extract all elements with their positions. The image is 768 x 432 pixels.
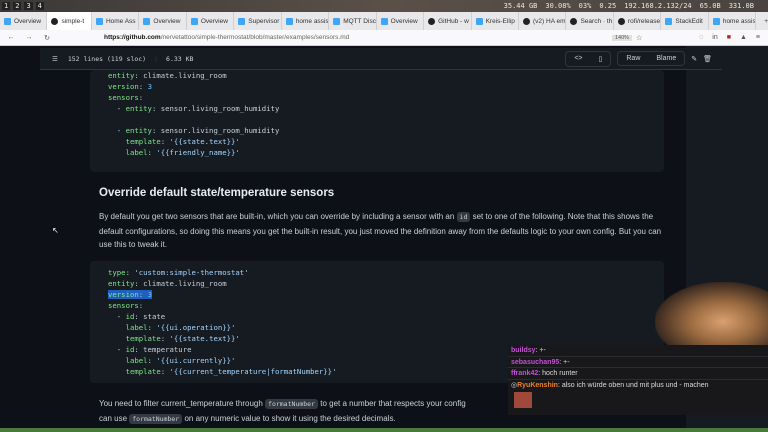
browser-tab[interactable]: Kreis-Ellip [472, 12, 520, 30]
favicon-icon [570, 17, 578, 25]
workspace-4[interactable]: 4 [35, 2, 44, 10]
account-icon[interactable]: ▲ [740, 34, 747, 41]
mem-stat: 03% [578, 2, 592, 10]
favicon-icon [285, 17, 293, 25]
favicon-icon [190, 17, 198, 25]
down-stat: 65.0B [699, 2, 721, 10]
zoom-level[interactable]: 140% [612, 34, 633, 41]
favicon-icon [712, 17, 720, 25]
tab-label: Supervisor [248, 17, 280, 25]
paragraph-1: By default you get two sensors that are … [99, 212, 662, 249]
tab-label: StackEdit [675, 17, 703, 25]
raw-button[interactable]: Raw [618, 52, 648, 65]
blame-button[interactable]: Blame [648, 52, 684, 65]
browser-tab[interactable]: Supervisor [234, 12, 282, 30]
outline-icon[interactable]: ☰ [52, 55, 58, 63]
section-heading: Override default state/temperature senso… [99, 187, 335, 199]
line-count: 152 lines (119 sloc) [67, 54, 147, 63]
preview-icon[interactable]: ▯ [591, 52, 611, 66]
chat-message: ◎RyuKenshin: also ich würde oben und mit… [508, 380, 768, 410]
ip-stat: 192.168.2.132/24 [624, 2, 692, 10]
favicon-icon [428, 17, 436, 25]
url-bar[interactable]: https://github.com/nervetattoo/simple-th… [104, 34, 349, 41]
favicon-icon [617, 17, 625, 25]
browser-tab[interactable]: simple-t [47, 12, 92, 30]
browser-tab[interactable]: Overview [0, 12, 48, 30]
forward-button[interactable]: → [22, 34, 36, 41]
browser-tab[interactable]: MQTT Disc [329, 12, 377, 30]
load-stat: 0.25 [599, 2, 617, 10]
favicon-icon [665, 17, 673, 25]
extension-icon[interactable]: ■ [727, 34, 731, 41]
tab-label: MQTT Disc [343, 17, 376, 25]
browser-tab[interactable]: rofi/release [614, 12, 662, 30]
desktop-bottom-edge [0, 428, 768, 432]
browser-tab[interactable]: Overview [187, 12, 235, 30]
tab-label: home assis [295, 17, 329, 25]
desktop-panel: 1234 35.44 GB 30.08% 03% 0.25 192.168.2.… [0, 0, 768, 12]
new-tab-button[interactable]: + [764, 18, 768, 25]
browser-tab[interactable]: Overview [377, 12, 425, 30]
url-host: https://github.com [104, 34, 161, 41]
browser-tab[interactable]: Overview [139, 12, 187, 30]
favicon-icon [380, 17, 388, 25]
back-button[interactable]: ← [4, 34, 18, 41]
reload-button[interactable]: ↻ [40, 34, 54, 42]
tab-label: Home Ass [105, 17, 136, 25]
favicon-icon [475, 17, 483, 25]
browser-tab[interactable]: Home Ass [92, 12, 140, 30]
browser-tab[interactable]: GitHub - w [424, 12, 472, 30]
file-header: ☰ 152 lines (119 sloc) | 6.33 KB <> ▯ Raw… [40, 48, 722, 70]
tab-bar: Overview simple-t Home Ass Overview Overview… [0, 12, 768, 30]
tab-label: (v2) HA em [533, 17, 566, 25]
tab-label: GitHub - w [438, 17, 469, 25]
tab-label: rofi/release [627, 17, 661, 25]
tab-label: Overview [14, 17, 42, 25]
edit-icon[interactable]: ✎ [691, 55, 697, 63]
browser-tab[interactable]: StackEdit [661, 12, 709, 30]
favicon-icon [95, 17, 103, 25]
mouse-cursor: ↖ [52, 226, 59, 235]
up-stat: 331.0B [728, 2, 754, 10]
browser-tab[interactable]: home assis [709, 12, 757, 30]
favicon-icon [238, 17, 246, 25]
tab-label: Overview [153, 17, 181, 25]
chat-message: sebasuchan95: +- [508, 357, 768, 368]
code-block-1: entity: climate.living_room version: 3 s… [90, 70, 664, 172]
linkedin-icon[interactable]: in [712, 34, 717, 41]
favicon-icon [333, 17, 341, 25]
favicon-icon [51, 17, 59, 25]
favicon-icon [4, 17, 11, 25]
file-size: 6.33 KB [166, 54, 194, 63]
pocket-icon[interactable]: ◌ [699, 34, 703, 41]
tab-label: Kreis-Ellip [485, 17, 515, 25]
tab-label: home assis [722, 17, 756, 25]
cpu-stat: 30.08% [545, 2, 571, 10]
bookmark-star-icon[interactable]: ☆ [636, 34, 642, 42]
browser-tab[interactable]: Search · th [566, 12, 614, 30]
code-view-icon[interactable]: <> [566, 52, 590, 66]
nav-bar: ← → ↻ https://github.com/nervetattoo/sim… [0, 30, 768, 46]
workspace-3[interactable]: 3 [24, 2, 33, 10]
workspace-2[interactable]: 2 [13, 2, 22, 10]
tab-label: Overview [390, 17, 418, 25]
delete-icon[interactable]: 🗑 [703, 55, 712, 63]
paragraph-2: You need to filter current_temperature t… [99, 399, 466, 424]
url-path: /nervetattoo/simple-thermostat/blob/mast… [160, 34, 350, 41]
emote-image [514, 391, 532, 408]
favicon-icon [523, 17, 531, 25]
stream-chat-overlay: buildsy: +- sebasuchan95: +- ffrank42: h… [508, 345, 768, 415]
chat-message: buildsy: +- [508, 345, 768, 357]
browser-tab[interactable]: (v2) HA em [519, 12, 567, 30]
chat-message: ffrank42: hoch runter [508, 368, 768, 380]
tab-label: Search · th [580, 17, 613, 25]
browser-tab[interactable]: home assis [282, 12, 330, 30]
cat-webcam-overlay [655, 282, 768, 348]
tab-label: simple-t [61, 17, 85, 25]
favicon-icon [143, 17, 151, 25]
tab-label: Overview [200, 17, 228, 25]
disk-stat: 35.44 GB [503, 2, 538, 10]
workspace-1[interactable]: 1 [2, 2, 11, 10]
menu-icon[interactable]: ≡ [756, 34, 760, 41]
